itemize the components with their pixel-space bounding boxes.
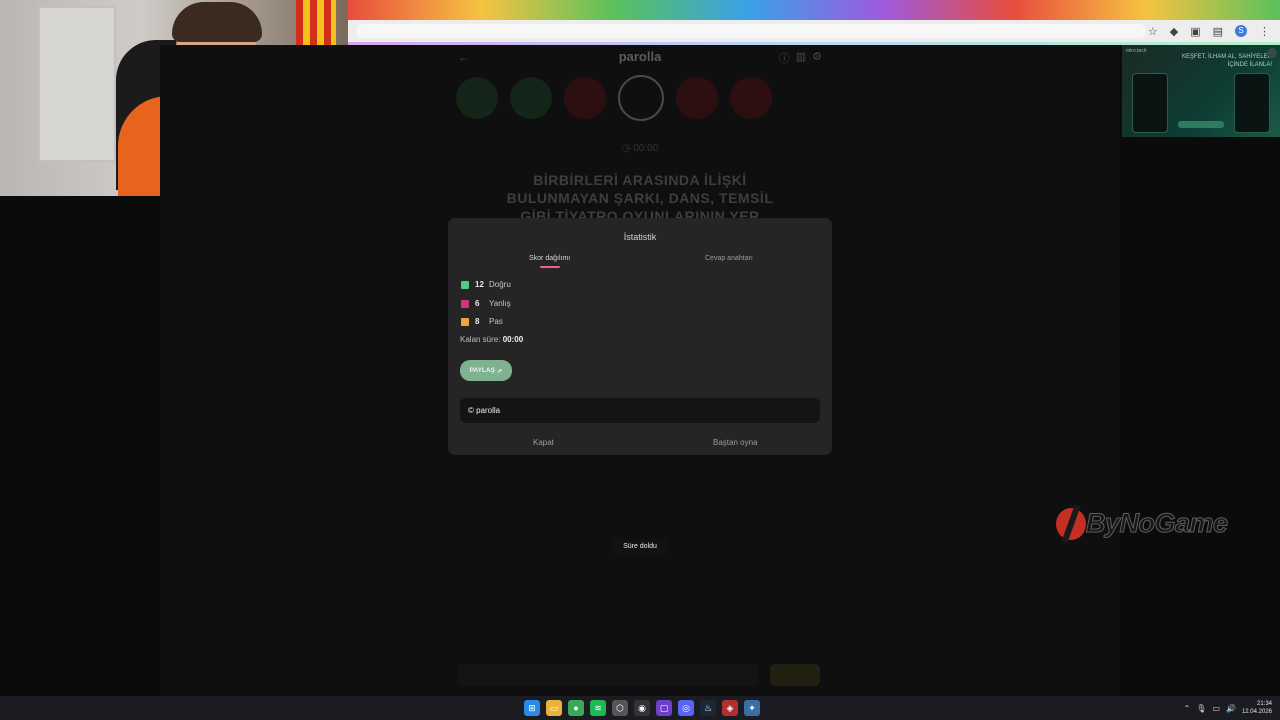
stat-count: 8	[475, 317, 480, 326]
game-timer-value: 00:00	[633, 143, 659, 154]
answer-input[interactable]	[458, 664, 758, 686]
file-explorer-icon[interactable]: ▭	[546, 700, 562, 716]
time-up-toast: Süre doldu	[612, 539, 668, 555]
modal-title: İstatistik	[623, 232, 657, 242]
game-timer: ◷ 00:00	[621, 143, 659, 154]
menu-icon[interactable]: ⋮	[1259, 25, 1270, 38]
start-icon[interactable]: ⊞	[524, 700, 540, 716]
stat-label: Doğru	[489, 280, 511, 289]
active-tab-indicator	[540, 266, 560, 268]
letter-circle	[456, 77, 498, 119]
ad-banner[interactable]: miro.tech KEŞFET, İLHAM AL, SAHİYELER İÇ…	[1122, 45, 1280, 137]
watermark-text: ByNoGame	[1086, 508, 1229, 539]
windows-taskbar: ⊞ ▭ ● ≋ ⬡ ◉ ▢ ◎ ♨ ◈ ✦ ⌃ 🎙 ▭ 🔊 21:34 12.0…	[0, 696, 1280, 720]
game-launcher-icon[interactable]: ◈	[722, 700, 738, 716]
correct-color-square	[461, 280, 469, 289]
ad-phone-image	[1234, 73, 1270, 133]
clock-time: 21:34	[1256, 701, 1272, 707]
ad-title: KEŞFET, İLHAM AL, SAHİYELER İÇİNDE İLANL…	[1181, 54, 1272, 68]
game-topbar-icons: ⓘ ▥ ⚙	[779, 50, 822, 66]
stat-count: 6	[475, 299, 480, 308]
tray-chevron-icon[interactable]: ⌃	[1184, 704, 1191, 713]
remaining-time-label: Kalan süre:	[460, 335, 501, 344]
ad-close-icon[interactable]	[1267, 48, 1277, 58]
microphone-icon[interactable]: 🎙	[1196, 704, 1206, 713]
sidebar-icon[interactable]: ▤	[1213, 25, 1223, 38]
letter-circle	[564, 77, 606, 119]
webcam-hair	[172, 2, 262, 42]
system-tray: ⌃ 🎙 ▭ 🔊 21:34 12.04.2026	[1184, 700, 1272, 716]
star-icon[interactable]: ☆	[1148, 25, 1158, 38]
channel-watermark: ByNoGame	[1052, 500, 1262, 548]
share-button-label: PAYLAŞ	[469, 367, 495, 374]
letter-circle-active	[618, 75, 664, 121]
extension-icon[interactable]: ◆	[1170, 25, 1178, 38]
letter-circles	[456, 75, 772, 121]
letter-circle	[510, 77, 552, 119]
obs-icon[interactable]: ◉	[634, 700, 650, 716]
steam-icon[interactable]: ♨	[700, 700, 716, 716]
volume-icon[interactable]: 🔊	[1226, 704, 1236, 713]
browser-tab-strip	[348, 0, 1280, 20]
taskbar-apps: ⊞ ▭ ● ≋ ⬡ ◉ ▢ ◎ ♨ ◈ ✦	[524, 700, 760, 716]
twitch-icon[interactable]: ▢	[656, 700, 672, 716]
share-icon: ⇗	[496, 367, 503, 375]
system-clock[interactable]: 21:34 12.04.2026	[1242, 700, 1272, 716]
stat-label: Pas	[489, 317, 503, 326]
close-button[interactable]: Kapat	[533, 438, 554, 447]
game-logo: parolla	[618, 49, 662, 64]
ad-phone-image	[1132, 73, 1168, 133]
clock-date: 12.04.2026	[1241, 709, 1272, 715]
wrong-color-square	[461, 299, 469, 308]
share-button[interactable]: PAYLAŞ ⇗	[460, 360, 512, 381]
profile-avatar-icon[interactable]: S	[1235, 25, 1247, 37]
ad-cta-button[interactable]	[1178, 121, 1224, 128]
letter-circle	[676, 77, 718, 119]
submit-button[interactable]	[770, 664, 820, 686]
tab-answer-key[interactable]: Cevap anahtarı	[705, 255, 753, 262]
info-icon[interactable]: ⓘ	[779, 50, 790, 66]
stat-row-correct: 12 Doğru	[461, 280, 511, 289]
restart-button[interactable]: Baştan oyna	[713, 438, 757, 447]
url-field[interactable]	[356, 24, 1146, 38]
tab-score-distribution[interactable]: Skor dağılımı	[529, 255, 570, 262]
share-text-box: © parolla	[460, 398, 820, 423]
network-icon[interactable]: ▭	[1212, 704, 1220, 713]
chrome-icon[interactable]: ●	[568, 700, 584, 716]
game-topbar: ← parolla ⓘ ▥ ⚙	[448, 45, 832, 69]
remaining-time: Kalan süre: 00:00	[460, 335, 523, 344]
question-text: BİRBİRLERİ ARASINDA İLİŞKİ BULUNMAYAN ŞA…	[506, 172, 774, 224]
settings-icon[interactable]: ⚙	[812, 50, 822, 66]
letter-circle	[730, 77, 772, 119]
browser-address-bar: ☆ ◆ ▣ ▤ S ⋮	[348, 20, 1280, 42]
discord-icon[interactable]: ◎	[678, 700, 694, 716]
remaining-time-value: 00:00	[502, 335, 524, 344]
screen: ☆ ◆ ▣ ▤ S ⋮ ← parolla ⓘ ▥ ⚙ ◷ 00:00 BİRB…	[0, 0, 1280, 720]
pass-color-square	[461, 317, 469, 326]
spotify-icon[interactable]: ≋	[590, 700, 606, 716]
app-icon[interactable]: ⬡	[612, 700, 628, 716]
stat-count: 12	[475, 280, 484, 289]
webcam-door	[38, 6, 116, 162]
stat-row-wrong: 6 Yanlış	[461, 299, 511, 308]
statistics-modal: İstatistik Skor dağılımı Cevap anahtarı …	[448, 218, 832, 455]
stats-icon[interactable]: ▥	[796, 50, 806, 66]
stat-row-pass: 8 Pas	[461, 317, 503, 326]
puzzle-icon[interactable]: ▣	[1190, 25, 1200, 38]
ad-brand: miro.tech	[1126, 48, 1147, 54]
app-icon[interactable]: ✦	[744, 700, 760, 716]
stat-label: Yanlış	[489, 299, 511, 308]
